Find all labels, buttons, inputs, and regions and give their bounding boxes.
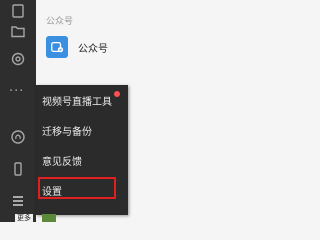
menu-icon[interactable]	[9, 192, 27, 210]
menu-item-migrate-backup[interactable]: 迁移与备份	[36, 117, 128, 143]
sidebar: ··· 更多	[0, 0, 36, 222]
menu-item-feedback[interactable]: 意见反馈	[36, 147, 128, 173]
more-dots-icon[interactable]: ···	[9, 84, 24, 99]
menu-item-live-tools[interactable]: 视频号直播工具	[36, 87, 128, 113]
official-account-item[interactable]: 公众号	[46, 36, 108, 58]
mini-program-icon[interactable]	[9, 128, 27, 146]
phone-icon[interactable]	[9, 160, 27, 178]
menu-item-label: 意见反馈	[42, 156, 82, 168]
official-account-label: 公众号	[78, 43, 108, 55]
file-icon[interactable]	[9, 2, 27, 20]
settings-icon[interactable]	[9, 50, 27, 68]
folder-icon[interactable]	[9, 22, 27, 40]
thumbnail-image	[42, 214, 56, 222]
section-header: 公众号	[46, 17, 74, 27]
official-account-icon	[46, 36, 68, 58]
settings-highlight-box	[38, 177, 116, 199]
menu-item-label: 视频号直播工具	[42, 96, 112, 108]
more-label: 更多	[15, 214, 33, 222]
notification-dot	[114, 91, 120, 97]
menu-item-label: 迁移与备份	[42, 126, 92, 138]
